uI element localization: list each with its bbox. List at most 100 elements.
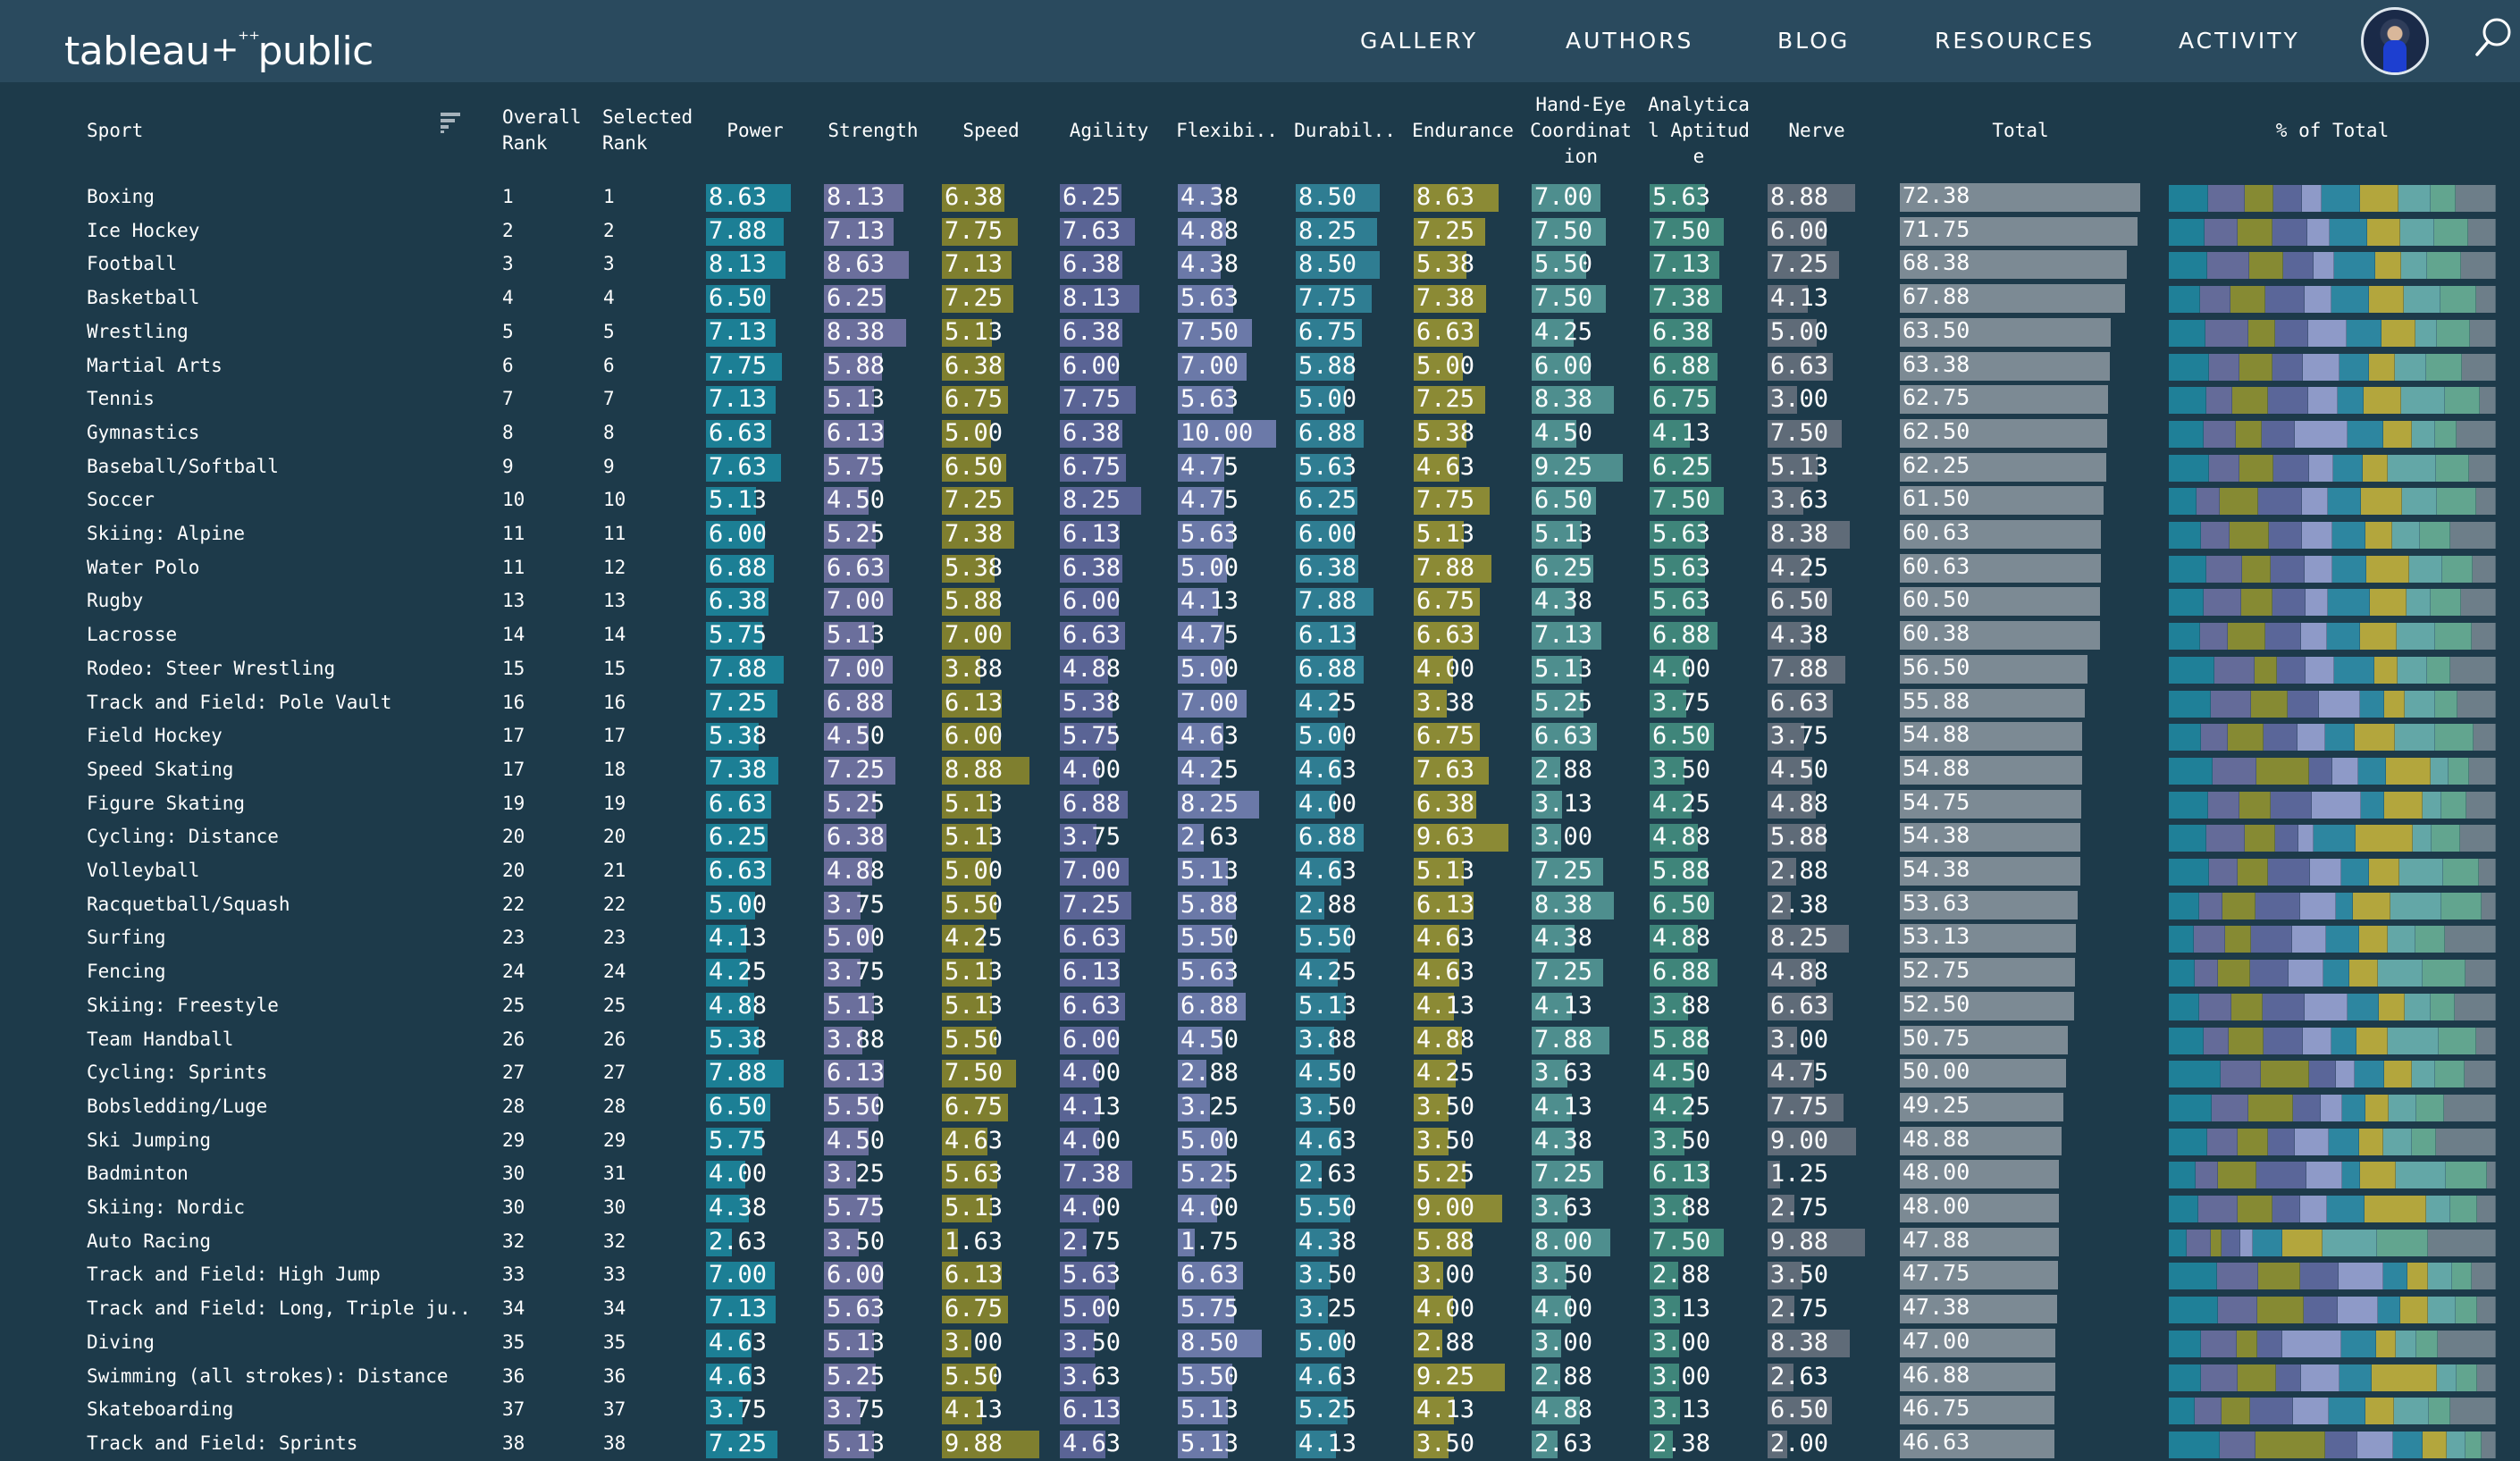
pct-of-total-bar[interactable] <box>2169 791 2496 819</box>
pct-segment-2[interactable] <box>2201 1364 2239 1391</box>
pct-segment-1[interactable] <box>2169 623 2200 651</box>
pct-of-total-bar[interactable] <box>2169 690 2496 718</box>
header-total[interactable]: Total <box>1900 118 2141 144</box>
pct-segment-5[interactable] <box>2297 825 2314 852</box>
pct-segment-7[interactable] <box>2360 623 2397 651</box>
pct-of-total-bar[interactable] <box>2169 252 2496 280</box>
header-pct-total[interactable]: % of Total <box>2169 118 2496 144</box>
pct-segment-9[interactable] <box>2455 1297 2477 1324</box>
pct-segment-8[interactable] <box>2399 859 2444 886</box>
nav-authors-link[interactable]: AUTHORS <box>1566 23 1693 59</box>
pct-of-total-bar[interactable] <box>2169 1027 2496 1054</box>
pct-segment-7[interactable] <box>2372 1364 2437 1391</box>
pct-segment-7[interactable] <box>2353 892 2391 919</box>
pct-segment-9[interactable] <box>2430 993 2455 1020</box>
pct-segment-7[interactable] <box>2375 1330 2396 1357</box>
table-row[interactable]: Soccer 10 10 5.13 4.50 7.25 8.25 4.75 6.25 7.75 6.… <box>0 483 2520 517</box>
pct-segment-1[interactable] <box>2169 724 2201 751</box>
pct-segment-4[interactable] <box>2282 252 2314 280</box>
pct-segment-5[interactable] <box>2307 319 2347 347</box>
pct-segment-9[interactable] <box>2416 1330 2438 1357</box>
pct-segment-3[interactable] <box>2232 387 2268 415</box>
sort-icon[interactable] <box>440 111 463 134</box>
pct-segment-2[interactable] <box>2187 1229 2211 1256</box>
pct-segment-4[interactable] <box>2263 724 2298 751</box>
pct-of-total-bar[interactable] <box>2169 218 2496 246</box>
sport-name[interactable]: Cycling: Sprints <box>87 1056 267 1089</box>
pct-segment-6[interactable] <box>2332 522 2365 549</box>
pct-segment-1[interactable] <box>2169 1364 2202 1391</box>
pct-segment-2[interactable] <box>2195 960 2219 987</box>
pct-segment-4[interactable] <box>2263 993 2305 1020</box>
pct-segment-9[interactable] <box>2377 1229 2429 1256</box>
pct-segment-1[interactable] <box>2169 1297 2219 1324</box>
pct-segment-8[interactable] <box>2404 993 2431 1020</box>
pct-segment-9[interactable] <box>2412 1128 2436 1155</box>
pct-segment-6[interactable] <box>2334 656 2374 684</box>
pct-segment-1[interactable] <box>2169 522 2202 549</box>
pct-segment-6[interactable] <box>2333 454 2364 482</box>
pct-segment-2[interactable] <box>2205 387 2233 415</box>
pct-segment-3[interactable] <box>2257 1263 2300 1290</box>
pct-segment-2[interactable] <box>2216 1263 2258 1290</box>
pct-segment-7[interactable] <box>2360 488 2403 516</box>
pct-segment-9[interactable] <box>2434 724 2474 751</box>
pct-segment-6[interactable] <box>2328 1128 2360 1155</box>
pct-segment-4[interactable] <box>2324 1431 2357 1458</box>
pct-segment-6[interactable] <box>2327 488 2361 516</box>
table-row[interactable]: Wrestling 5 5 7.13 8.38 5.13 6.38 7.50 6.75 6.63 4… <box>0 315 2520 349</box>
pct-segment-9[interactable] <box>2434 690 2457 718</box>
pct-segment-2[interactable] <box>2195 1398 2222 1425</box>
pct-of-total-bar[interactable] <box>2169 353 2496 381</box>
pct-segment-9[interactable] <box>2440 286 2476 314</box>
sport-name[interactable]: Bobsledding/Luge <box>87 1090 267 1123</box>
pct-segment-9[interactable] <box>2441 892 2482 919</box>
pct-segment-6[interactable] <box>2359 690 2385 718</box>
table-row[interactable]: Cycling: Distance 20 20 6.25 6.38 5.13 3.75 2.6… <box>0 820 2520 854</box>
pct-segment-9[interactable] <box>2434 218 2469 246</box>
pct-segment-7[interactable] <box>2355 825 2414 852</box>
pct-segment-6[interactable] <box>2339 1364 2373 1391</box>
pct-segment-10[interactable] <box>2444 1094 2496 1121</box>
pct-segment-8[interactable] <box>2396 1162 2446 1189</box>
pct-segment-6[interactable] <box>2347 420 2384 448</box>
pct-segment-8[interactable] <box>2404 286 2440 314</box>
pct-segment-1[interactable] <box>2169 1431 2220 1458</box>
pct-segment-2[interactable] <box>2199 892 2222 919</box>
pct-segment-8[interactable] <box>2388 926 2415 953</box>
pct-segment-10[interactable] <box>2445 926 2496 953</box>
tableau-public-logo[interactable]: tableau+⁺⁺public <box>64 13 374 74</box>
pct-segment-10[interactable] <box>2450 1398 2496 1425</box>
pct-segment-5[interactable] <box>2304 286 2331 314</box>
pct-segment-2[interactable] <box>2194 926 2225 953</box>
pct-segment-8[interactable] <box>2399 218 2435 246</box>
pct-segment-5[interactable] <box>2308 387 2338 415</box>
pct-segment-2[interactable] <box>2208 859 2239 886</box>
pct-segment-4[interactable] <box>2309 1061 2336 1088</box>
pct-segment-3[interactable] <box>2238 1196 2273 1222</box>
pct-segment-6[interactable] <box>2327 623 2361 651</box>
pct-segment-7[interactable] <box>2365 1398 2395 1425</box>
pct-segment-3[interactable] <box>2251 690 2288 718</box>
pct-segment-4[interactable] <box>2250 960 2289 987</box>
pct-segment-2[interactable] <box>2214 656 2255 684</box>
pct-segment-6[interactable] <box>2325 724 2356 751</box>
pct-segment-9[interactable] <box>2445 1162 2488 1189</box>
pct-of-total-bar[interactable] <box>2169 724 2496 751</box>
pct-segment-6[interactable] <box>2339 353 2370 381</box>
pct-segment-5[interactable] <box>2292 1398 2330 1425</box>
sport-name[interactable]: Swimming (all strokes): Distance <box>87 1360 449 1393</box>
pct-segment-1[interactable] <box>2169 1162 2197 1189</box>
pct-segment-3[interactable] <box>2239 353 2272 381</box>
pct-segment-4[interactable] <box>2268 1128 2296 1155</box>
table-row[interactable]: Skiing: Freestyle 25 25 4.88 5.13 5.13 6.63 6.8… <box>0 989 2520 1023</box>
pct-segment-4[interactable] <box>2251 926 2292 953</box>
pct-segment-1[interactable] <box>2169 1061 2221 1088</box>
pct-segment-7[interactable] <box>2349 960 2379 987</box>
pct-segment-3[interactable] <box>2229 522 2270 549</box>
pct-segment-10[interactable] <box>2450 522 2496 549</box>
pct-segment-1[interactable] <box>2169 218 2205 246</box>
search-icon[interactable] <box>2474 14 2515 59</box>
pct-segment-10[interactable] <box>2476 1027 2496 1054</box>
pct-segment-7[interactable] <box>2359 926 2389 953</box>
